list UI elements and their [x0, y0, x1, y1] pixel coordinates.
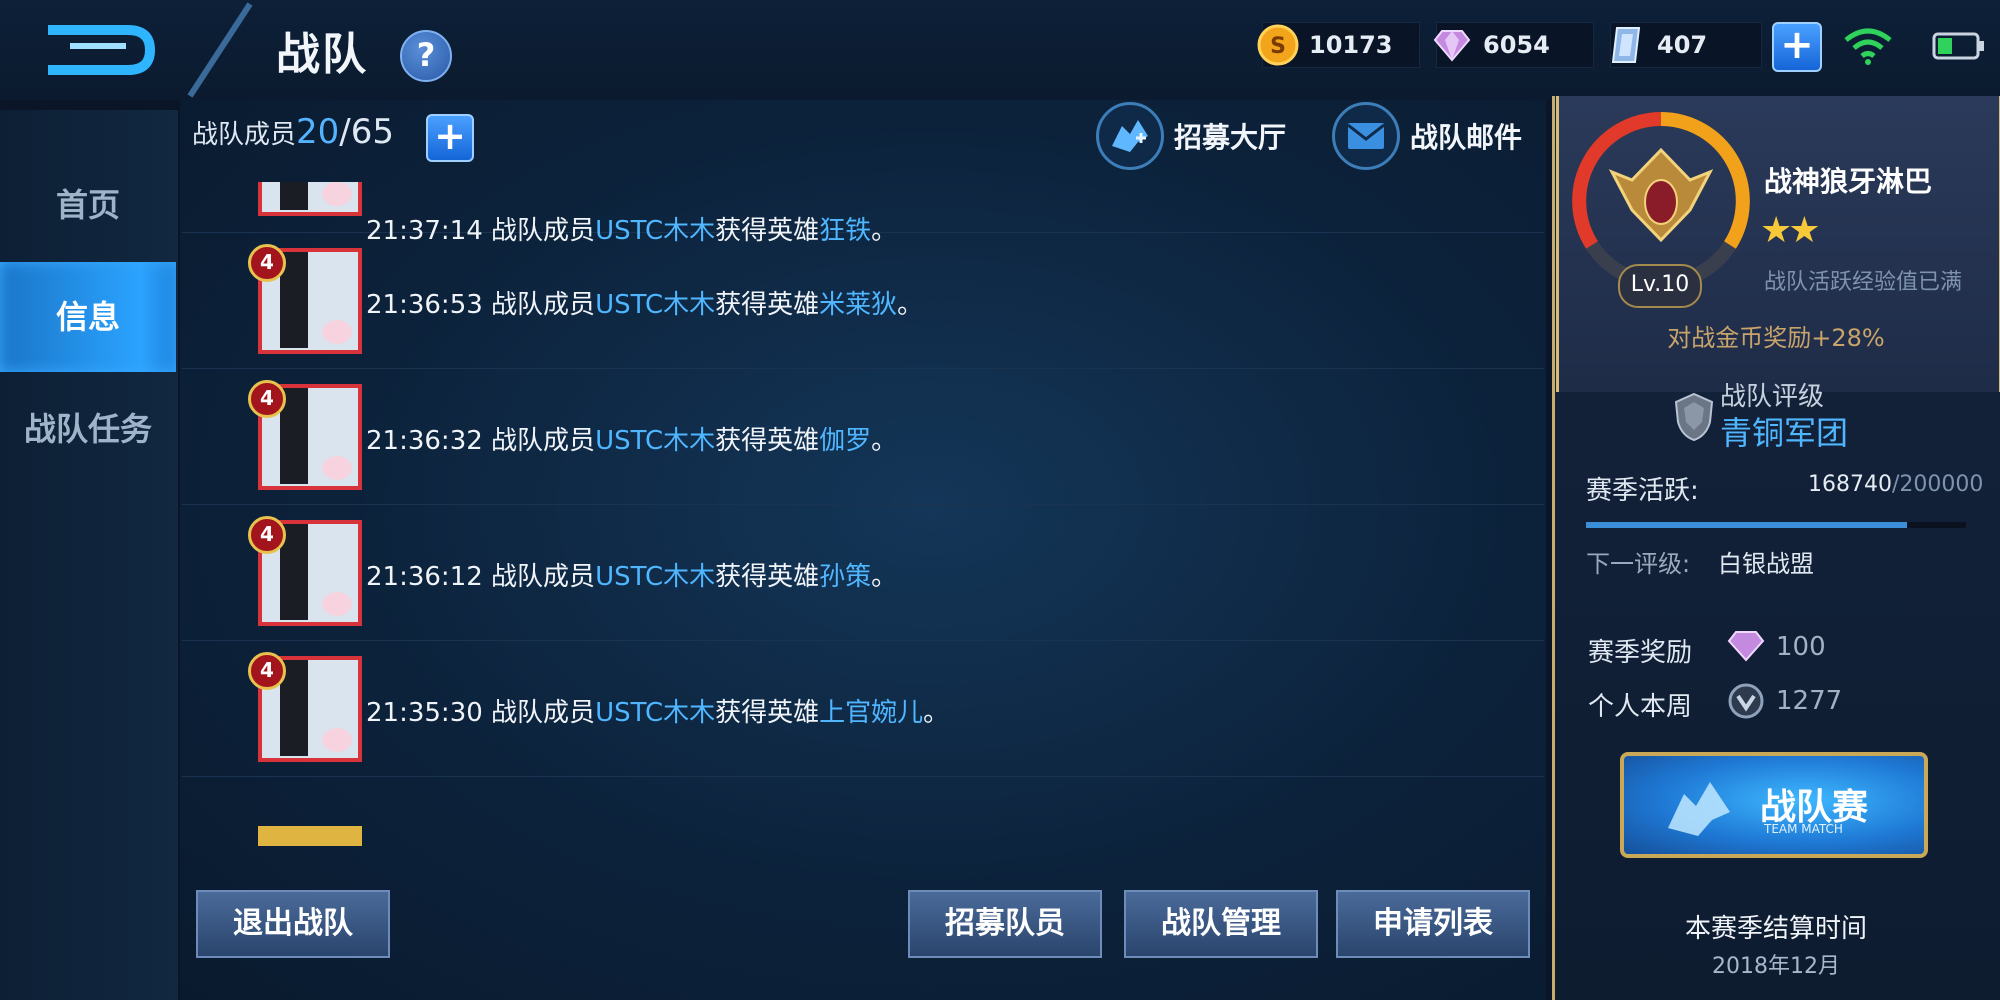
voucher-value: 407 [1657, 31, 1708, 59]
sidebar-item-team-tasks[interactable]: 战队任务 [0, 374, 176, 484]
feed-message: 21:36:53 战队成员USTC木木获得英雄米莱狄。 [366, 290, 924, 320]
page-title: 战队 [276, 29, 368, 80]
feed-message: 21:36:32 战队成员USTC木木获得英雄伽罗。 [366, 426, 898, 456]
list-item: 4 21:37:14 战队成员USTC木木获得英雄狂铁。 [182, 182, 1544, 246]
add-currency-button[interactable]: + [1772, 22, 1822, 72]
leave-team-button[interactable]: 退出战队 [196, 890, 390, 958]
wolf-icon [1668, 782, 1730, 836]
team-manage-button[interactable]: 战队管理 [1124, 890, 1318, 958]
hero-card: 4 [248, 516, 362, 626]
wolf-icon [1112, 120, 1148, 152]
season-activity-value: 168740/200000 [1808, 472, 1984, 497]
team-mail-label: 战队邮件 [1410, 121, 1523, 154]
weekly-personal-value: 1277 [1776, 686, 1843, 716]
battery-icon [1932, 32, 1984, 60]
exp-full-note: 战队活跃经验值已满 [1764, 270, 1963, 295]
hero-link[interactable]: 孙策 [819, 562, 871, 592]
activity-progress-fill [1586, 522, 1907, 528]
season-activity-label: 赛季活跃: [1586, 476, 1699, 506]
back-icon[interactable] [30, 10, 170, 90]
hero-card: 4 [248, 244, 362, 354]
list-item: 4 21:36:53 战队成员USTC木木获得英雄米莱狄。 [182, 232, 1544, 369]
user-link[interactable]: USTC木木 [595, 290, 715, 320]
hero-card: 4 [248, 380, 362, 490]
hero-card: 4 [258, 182, 362, 216]
expand-members-button[interactable]: + [426, 114, 474, 162]
recruit-hall-label: 招募大厅 [1174, 121, 1287, 154]
wifi-icon [1844, 28, 1892, 65]
list-item: 4 21:36:12 战队成员USTC木木获得英雄孙策。 [182, 504, 1544, 641]
rank-shield-icon [1674, 392, 1714, 442]
voucher-icon [1611, 27, 1641, 63]
list-item: 4 21:36:32 战队成员USTC木木获得英雄伽罗。 [182, 368, 1544, 505]
feed-message: 21:36:12 战队成员USTC木木获得英雄孙策。 [366, 562, 898, 592]
team-name: 战神狼牙淋巴 [1764, 165, 1933, 198]
hero-card [258, 826, 362, 846]
members-current: 20 [296, 112, 340, 152]
feed-message: 21:35:30 战队成员USTC木木获得英雄上官婉儿。 [366, 698, 950, 728]
diamond-counter: 6054 [1433, 22, 1594, 68]
hero-card: 4 [248, 652, 362, 762]
help-button[interactable]: ? [400, 30, 452, 82]
voucher-counter: 407 [1610, 22, 1762, 68]
recruit-hall-button[interactable]: 招募大厅 [1096, 102, 1287, 170]
hero-link[interactable]: 伽罗 [819, 426, 871, 456]
team-level-badge: Lv.10 [1618, 264, 1702, 308]
user-link[interactable]: USTC木木 [595, 562, 715, 592]
team-rating-value: 青铜军团 [1720, 414, 1849, 452]
team-match-subtitle: TEAM MATCH [1764, 822, 1843, 836]
sidebar-item-info[interactable]: 信息 [0, 262, 176, 372]
user-link[interactable]: USTC木木 [595, 426, 715, 456]
activity-feed[interactable]: 4 21:37:14 战队成员USTC木木获得英雄狂铁。 4 21:36:53 … [182, 182, 1544, 846]
next-rating-value: 白银战盟 [1718, 550, 1814, 578]
user-link[interactable]: USTC木木 [595, 698, 715, 728]
gold-coin-icon: S [1257, 24, 1299, 66]
mail-icon [1347, 123, 1385, 149]
season-end-label: 本赛季结算时间 [1684, 914, 1867, 944]
season-end-date: 2018年12月 [1712, 954, 1840, 979]
team-stars: ★★ [1760, 210, 1821, 251]
hero-link[interactable]: 上官婉儿 [819, 698, 923, 728]
diamond-icon [1433, 30, 1471, 62]
diamond-value: 6054 [1483, 31, 1550, 59]
season-reward-value: 100 [1776, 632, 1826, 662]
sidebar-item-home[interactable]: 首页 [0, 150, 176, 260]
members-max: /65 [339, 112, 394, 152]
svg-text:S: S [1270, 34, 1286, 59]
header-divider-icon [187, 2, 253, 98]
gold-coin-counter: S 10173 [1257, 22, 1420, 68]
recruit-members-button[interactable]: 招募队员 [908, 890, 1102, 958]
members-label: 战队成员 [192, 120, 297, 150]
next-rating-label: 下一评级: [1586, 550, 1691, 578]
team-members-count: 战队成员20/65 [192, 112, 394, 152]
season-reward-label: 赛季奖励 [1588, 638, 1693, 668]
list-item: 4 21:35:30 战队成员USTC木木获得英雄上官婉儿。 [182, 640, 1544, 777]
gold-coin-value: 10173 [1309, 31, 1393, 59]
apply-list-button[interactable]: 申请列表 [1336, 890, 1530, 958]
activity-token-icon [1728, 683, 1764, 719]
coin-bonus: 对战金币奖励+28% [1667, 324, 1885, 352]
weekly-personal-label: 个人本周 [1588, 692, 1693, 722]
list-item [182, 776, 1544, 846]
hero-link[interactable]: 米莱狄 [819, 290, 897, 320]
team-mail-button[interactable]: 战队邮件 [1332, 102, 1523, 170]
diamond-icon [1727, 631, 1765, 662]
